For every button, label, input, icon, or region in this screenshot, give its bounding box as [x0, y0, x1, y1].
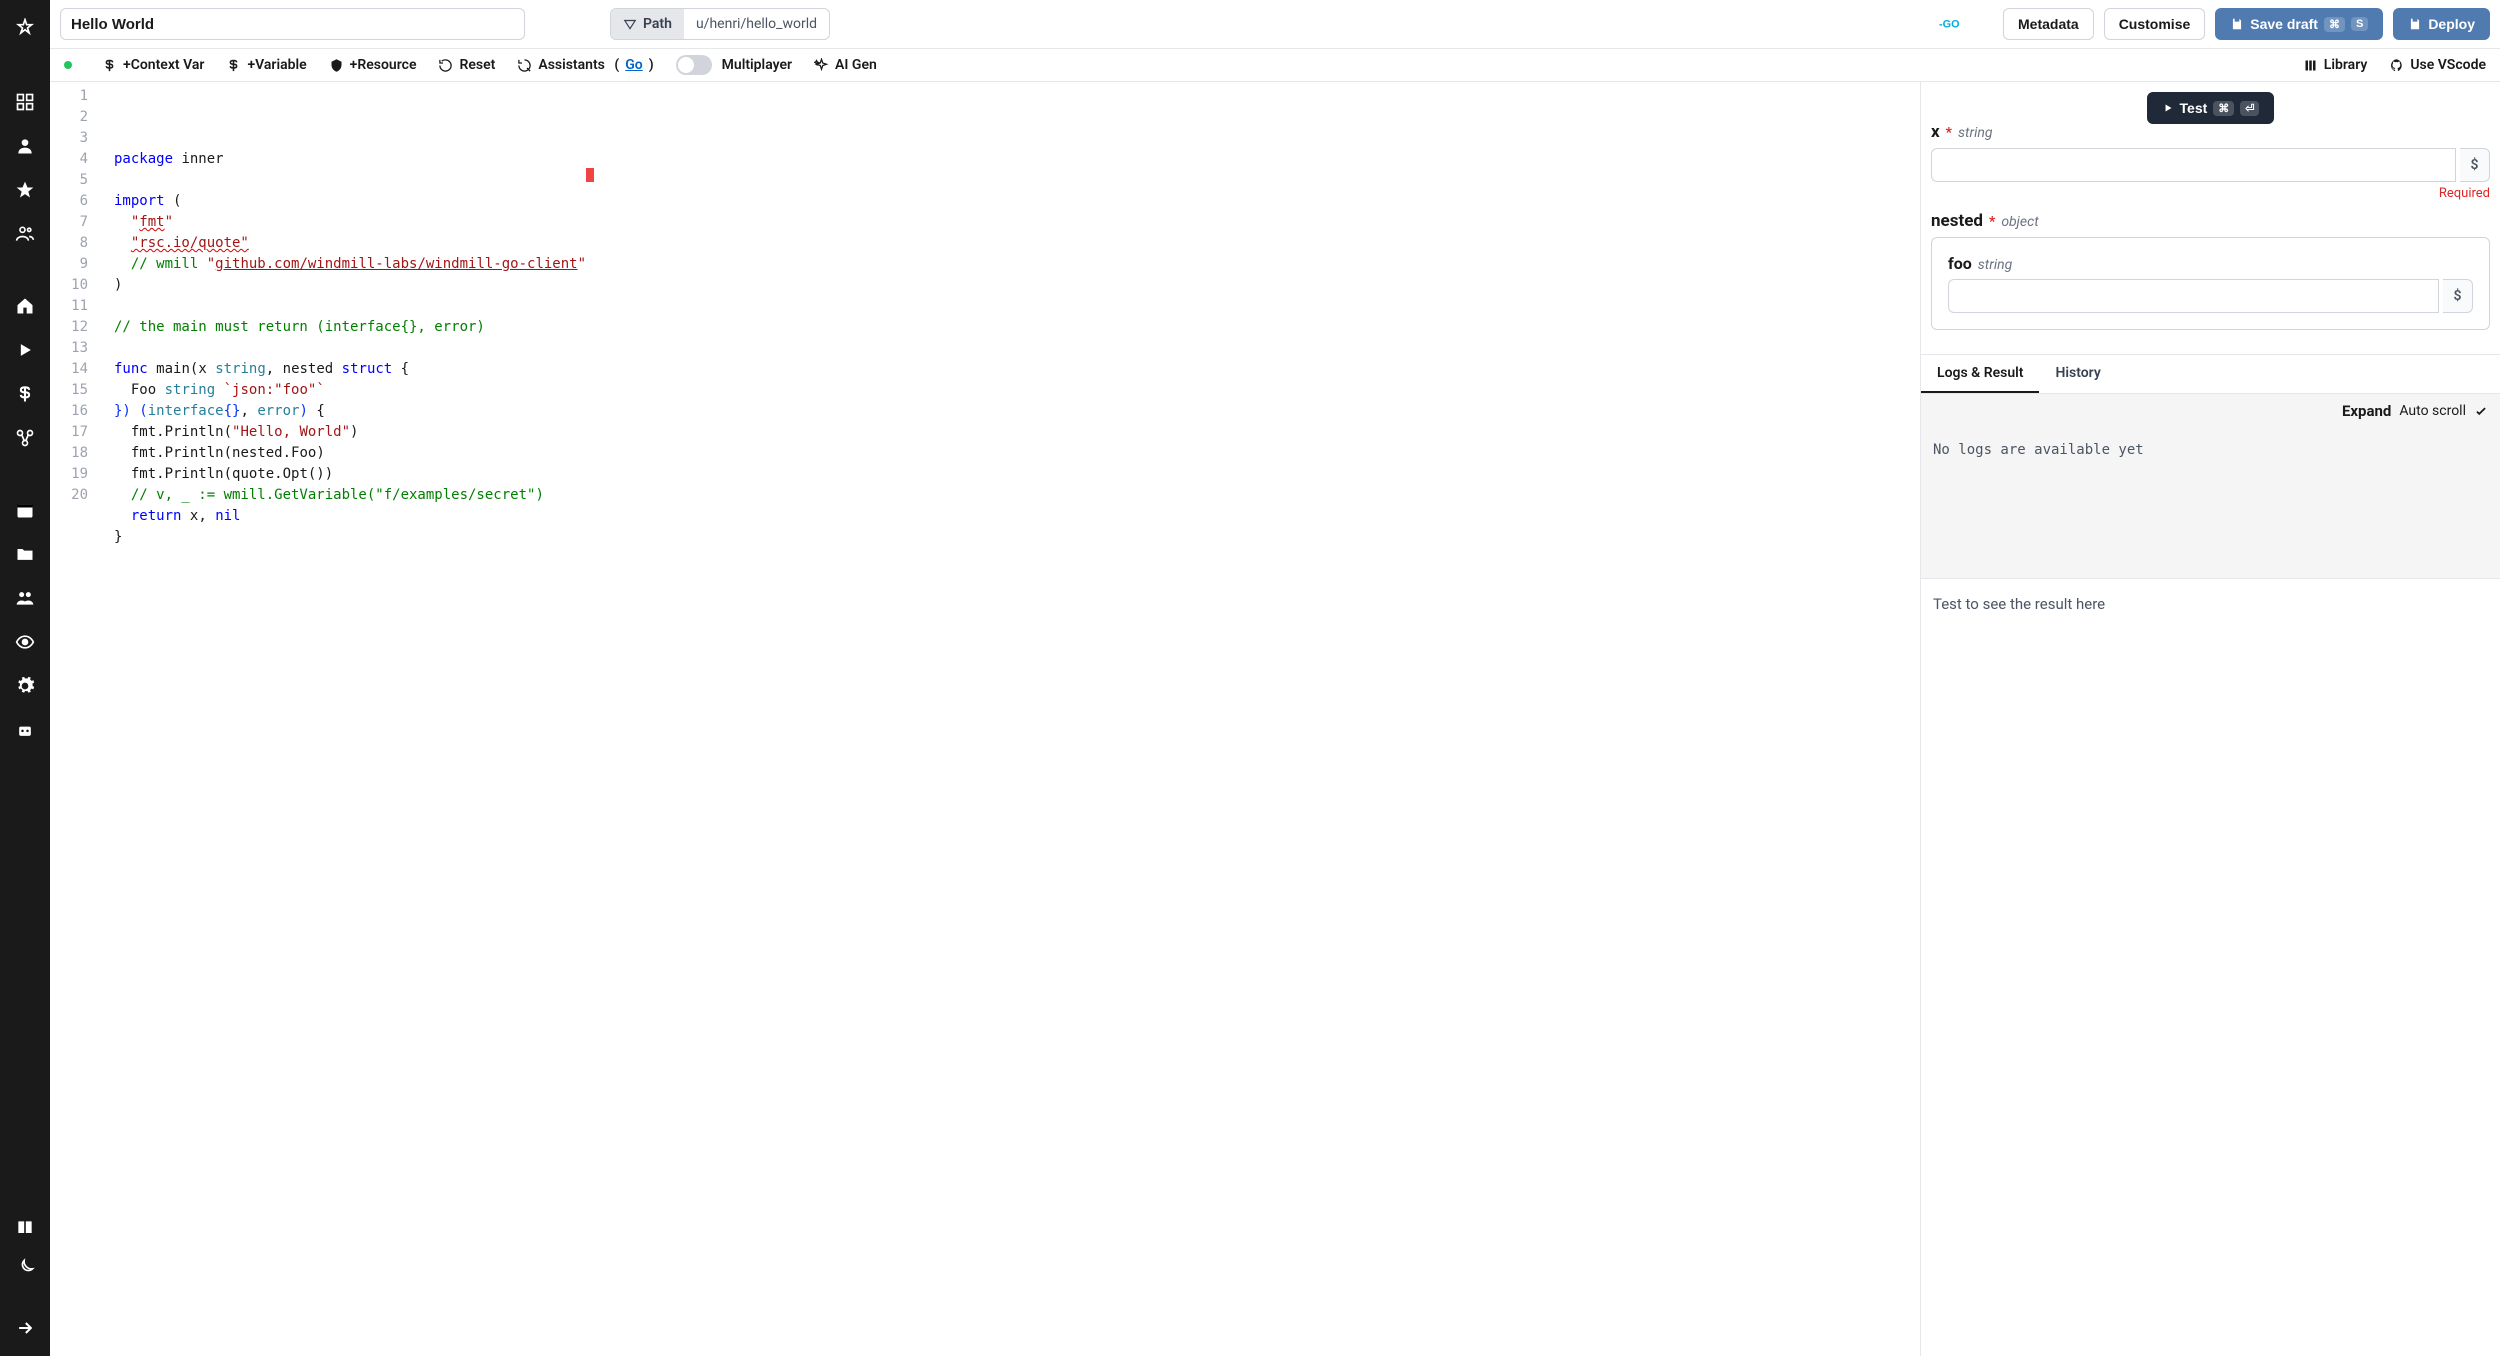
topbar: Path u/henri/hello_world -GO Metadata Cu… [50, 0, 2500, 49]
star-icon[interactable] [0, 170, 50, 210]
status-dot [64, 61, 72, 69]
customise-button[interactable]: Customise [2104, 8, 2206, 40]
error-marker [586, 168, 594, 182]
eye-icon[interactable] [0, 622, 50, 662]
arrow-right-icon[interactable] [0, 1308, 50, 1348]
users-icon[interactable] [0, 214, 50, 254]
add-variable[interactable]: +Variable [226, 57, 306, 73]
path-value: u/henri/hello_world [684, 9, 829, 39]
param-foo-type: string [1978, 257, 2012, 273]
team-icon[interactable] [0, 578, 50, 618]
editor-toolbar: +Context Var +Variable +Resource Reset A… [50, 49, 2500, 82]
multiplayer-toggle[interactable] [676, 55, 712, 75]
test-button[interactable]: Test ⌘ ⏎ [2147, 92, 2275, 124]
logs-body: No logs are available yet [1921, 428, 2500, 578]
param-x-name: x [1931, 122, 1940, 142]
folder-icon[interactable] [0, 534, 50, 574]
use-vscode-button[interactable]: Use VScode [2389, 57, 2486, 73]
path-group[interactable]: Path u/henri/hello_world [610, 8, 830, 40]
user-icon[interactable] [0, 126, 50, 166]
auto-scroll-label: Auto scroll [2399, 403, 2466, 419]
ai-gen-button[interactable]: AI Gen [814, 57, 877, 73]
path-label: Path [611, 9, 684, 39]
logs-tabs: Logs & Result History [1921, 355, 2500, 394]
moon-icon[interactable] [0, 1248, 50, 1288]
play-icon[interactable] [0, 330, 50, 370]
code-editor[interactable]: 1234567891011121314151617181920 package … [50, 82, 1920, 1356]
calendar-icon[interactable] [0, 490, 50, 530]
param-nested-name: nested [1931, 211, 1983, 231]
param-foo-name: foo [1948, 254, 1972, 273]
book-icon[interactable] [0, 1208, 50, 1248]
deploy-button[interactable]: Deploy [2393, 8, 2490, 40]
right-panel: Test ⌘ ⏎ x* string $ [1920, 82, 2500, 1356]
param-x-input[interactable] [1931, 148, 2456, 182]
add-context-var[interactable]: +Context Var [102, 57, 204, 73]
sidebar [0, 0, 50, 1356]
line-gutter: 1234567891011121314151617181920 [50, 82, 100, 1356]
integrations-icon[interactable] [0, 418, 50, 458]
logo-icon[interactable] [0, 8, 50, 48]
home-icon[interactable] [0, 286, 50, 326]
result-body: Test to see the result here [1921, 578, 2500, 1356]
robot-icon[interactable] [0, 710, 50, 750]
library-button[interactable]: Library [2303, 57, 2368, 73]
save-draft-button[interactable]: Save draft ⌘ S [2215, 8, 2383, 40]
param-x-error: Required [1931, 186, 2490, 201]
gear-icon[interactable] [0, 666, 50, 706]
code-area[interactable]: package innerimport ( "fmt" "rsc.io/quot… [100, 82, 586, 1356]
param-x-type: string [1958, 125, 1992, 141]
param-foo-var-picker[interactable]: $ [2443, 279, 2473, 313]
tab-history[interactable]: History [2039, 355, 2116, 393]
grid-icon[interactable] [0, 82, 50, 122]
svg-text:-GO: -GO [1939, 18, 1960, 30]
add-resource[interactable]: +Resource [329, 57, 417, 73]
metadata-button[interactable]: Metadata [2003, 8, 2094, 40]
go-logo: -GO [1939, 17, 1973, 31]
script-title-input[interactable] [60, 8, 525, 40]
tab-logs-result[interactable]: Logs & Result [1921, 355, 2039, 393]
param-nested-type: object [2001, 214, 2038, 230]
param-foo-input[interactable] [1948, 279, 2439, 313]
expand-button[interactable]: Expand [2342, 402, 2391, 420]
dollar-icon[interactable] [0, 374, 50, 414]
reset-button[interactable]: Reset [438, 57, 495, 73]
check-icon[interactable] [2474, 404, 2488, 418]
param-x-var-picker[interactable]: $ [2460, 148, 2490, 182]
multiplayer-label: Multiplayer [722, 57, 792, 73]
assistants-button[interactable]: Assistants (Go) [517, 57, 653, 73]
